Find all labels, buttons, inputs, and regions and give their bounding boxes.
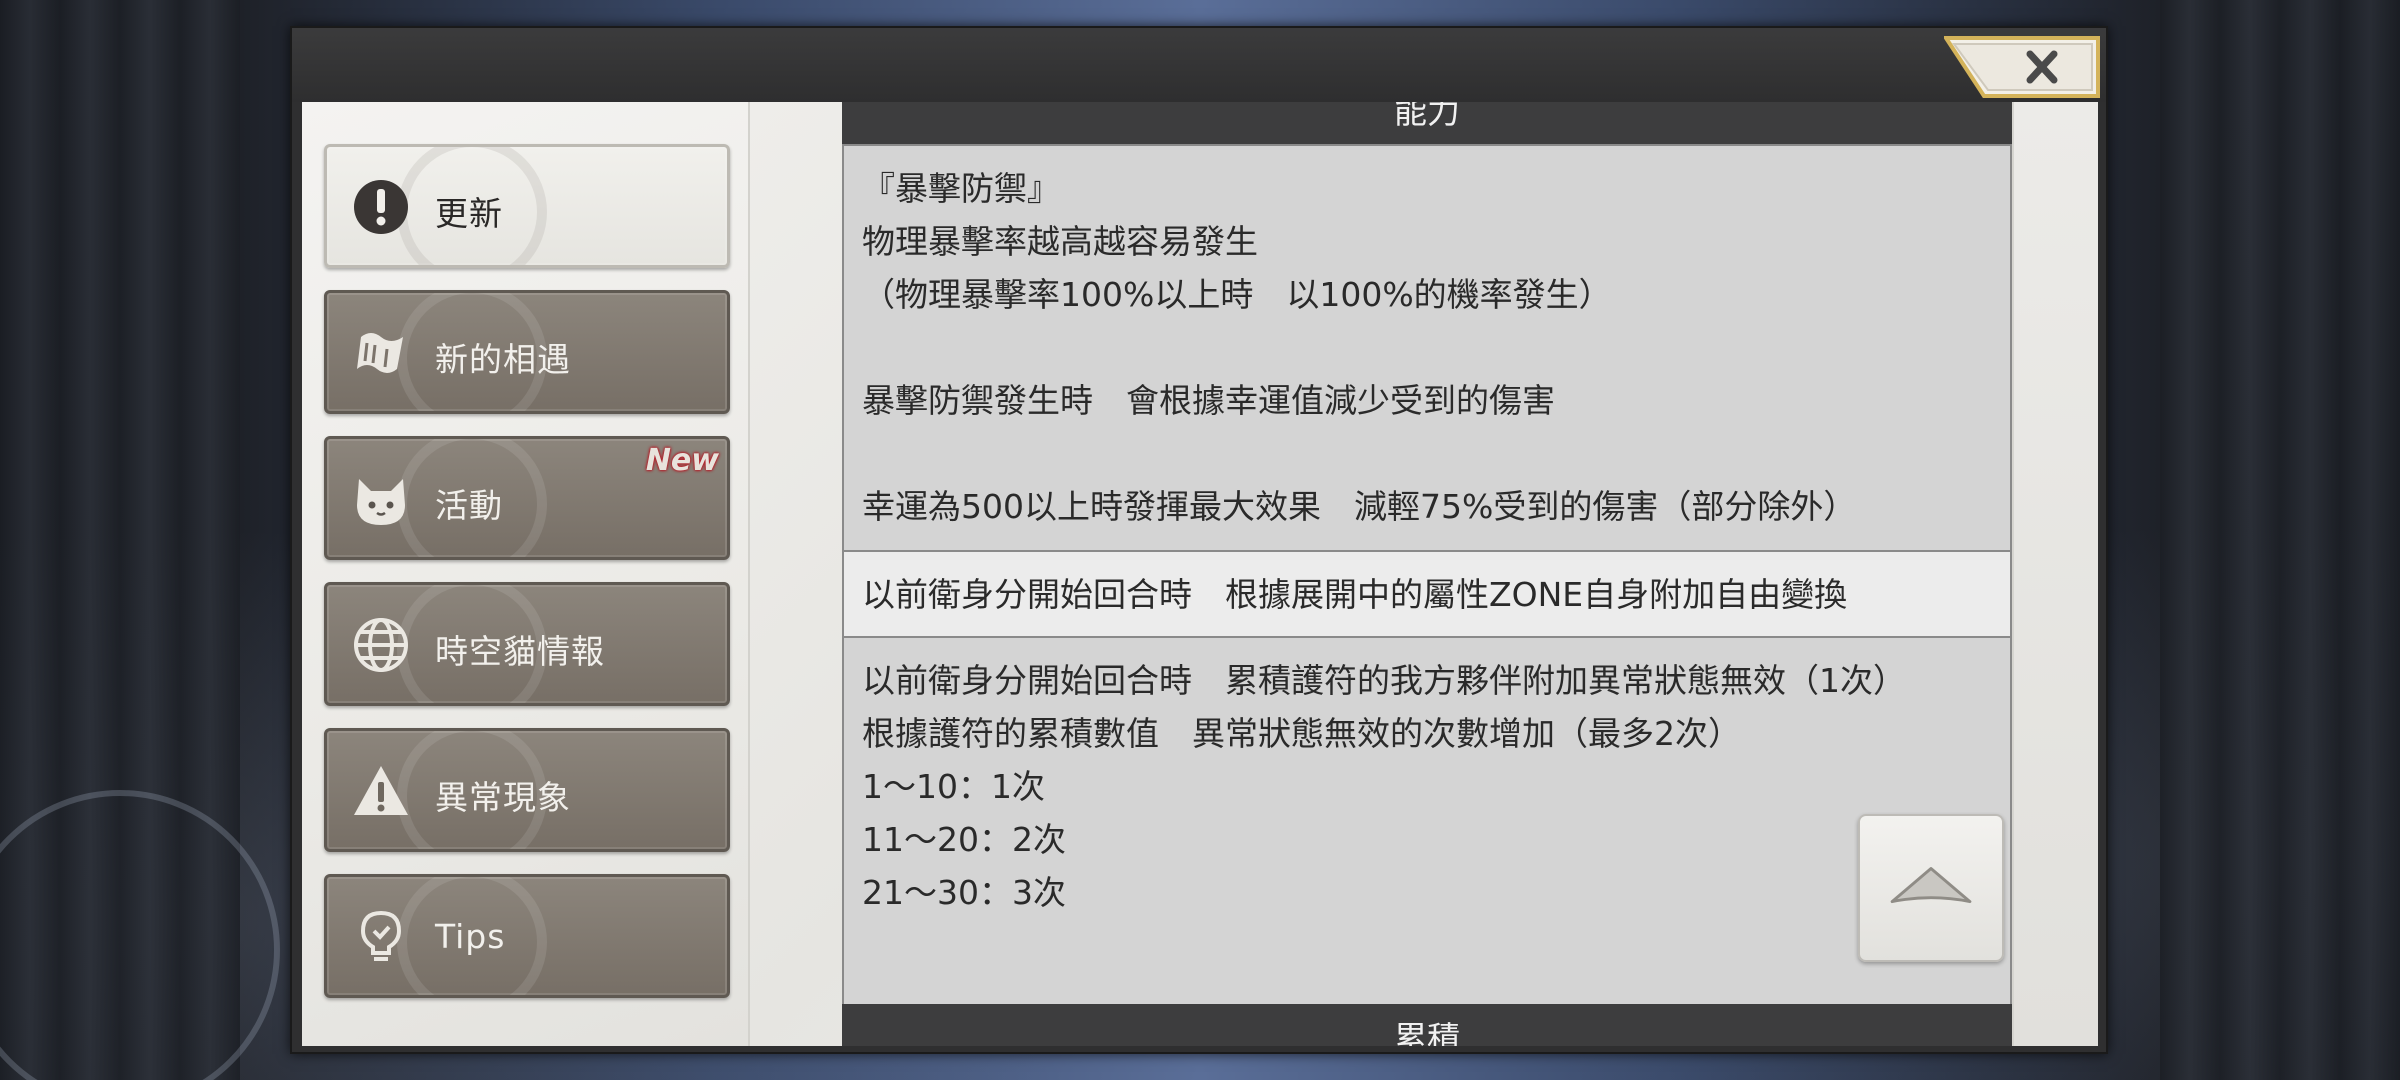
close-button[interactable] [1944,36,2100,98]
ability-cell-status-immunity: 以前衛身分開始回合時 累積護符的我方夥伴附加異常狀態無效（1次） 根據護符的累積… [842,636,2012,1006]
sidebar-item-label: 活動 [435,486,503,525]
warning-icon [351,761,411,821]
exclamation-icon [351,177,411,237]
content-panel: 能力 『暴擊防禦』 物理暴擊率越高越容易發生 （物理暴擊率100%以上時 以10… [842,102,2012,1046]
scroll-to-top-button[interactable] [1858,814,2004,962]
sidebar: 更新 新的相遇 活動 New 時空貓情報 異常現象 Tips [302,102,750,1046]
info-dialog: 更新 新的相遇 活動 New 時空貓情報 異常現象 Tips 能力 『暴擊防禦』… [290,26,2108,1054]
section-header-accumulate: 累積 [842,1004,2012,1046]
sidebar-item-anomaly[interactable]: 異常現象 [324,728,730,852]
sidebar-item-label: Tips [435,917,506,956]
sidebar-item-label: 異常現象 [435,778,571,817]
dialog-header [292,28,2106,102]
sidebar-item-timespace-cat-info[interactable]: 時空貓情報 [324,582,730,706]
sidebar-item-events[interactable]: 活動 New [324,436,730,560]
sidebar-item-label: 更新 [435,194,503,233]
ability-cell-free-transform: 以前衛身分開始回合時 根據展開中的屬性ZONE自身附加自由變換 [842,550,2012,638]
close-icon [1944,36,2100,98]
globe-icon [351,615,411,675]
new-badge: New [645,443,719,478]
right-border-decoration [2012,102,2098,1046]
sidebar-item-label: 時空貓情報 [435,632,605,671]
cat-icon [351,469,411,529]
dialog-body: 更新 新的相遇 活動 New 時空貓情報 異常現象 Tips 能力 『暴擊防禦』… [302,102,2098,1046]
chevron-up-icon [1890,867,1972,904]
ability-cell-critical-guard: 『暴擊防禦』 物理暴擊率越高越容易發生 （物理暴擊率100%以上時 以100%的… [842,144,2012,552]
sidebar-item-tips[interactable]: Tips [324,874,730,998]
section-header-ability: 能力 [842,102,2012,144]
right-curtain-decoration [2160,0,2400,1080]
sidebar-item-label: 新的相遇 [435,340,571,379]
sidebar-item-new-encounter[interactable]: 新的相遇 [324,290,730,414]
scroll-icon [351,323,411,383]
sidebar-item-update[interactable]: 更新 [324,144,730,268]
lightbulb-icon [351,907,411,967]
